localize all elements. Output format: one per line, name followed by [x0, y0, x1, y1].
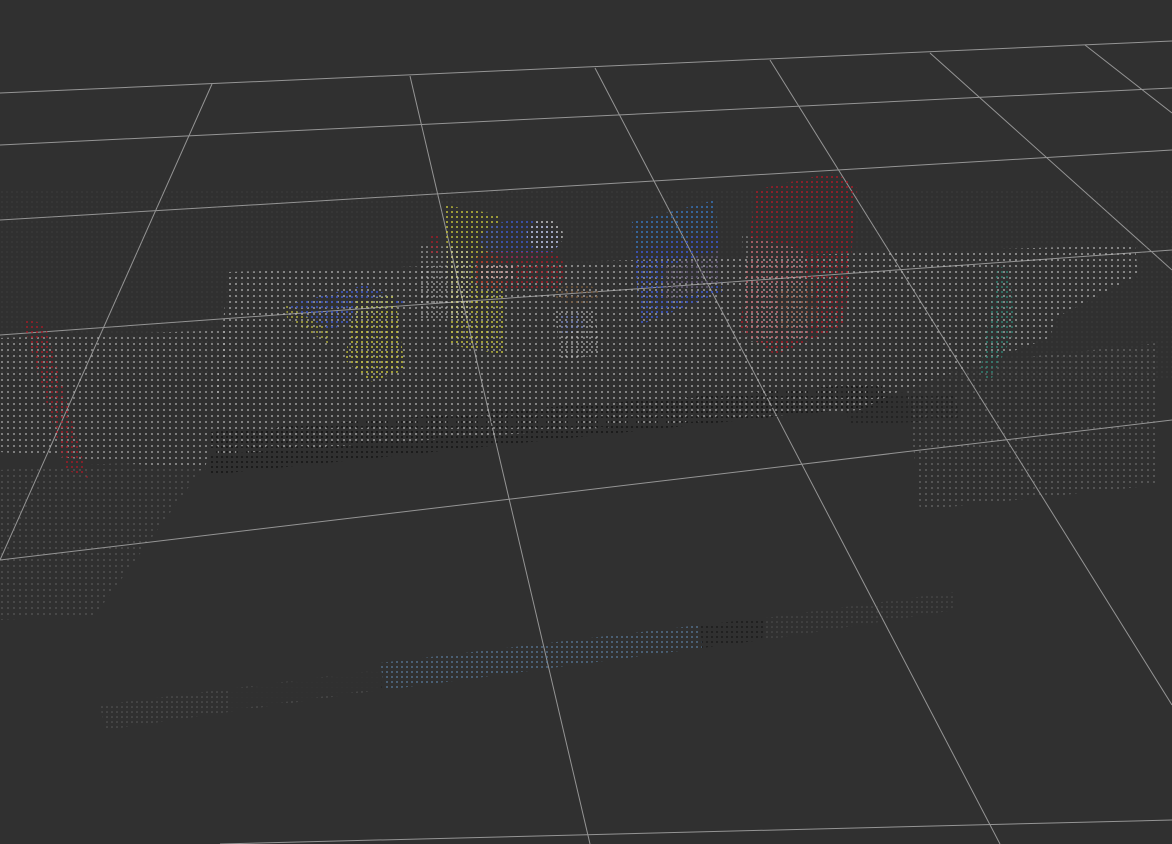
point-cloud-scene[interactable]: [0, 0, 1172, 844]
red-can: [475, 252, 563, 290]
3d-viewport[interactable]: [0, 0, 1172, 844]
floor-strip-point-cloud: [100, 592, 955, 730]
brown-cup: [555, 284, 599, 304]
white-cup: [555, 310, 600, 360]
white-red-bottle: [418, 235, 470, 320]
